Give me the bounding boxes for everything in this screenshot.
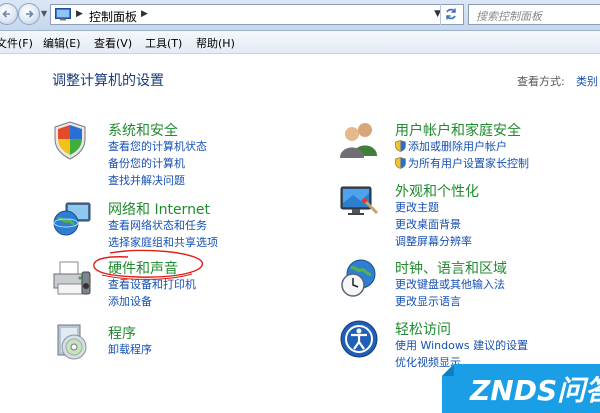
- search-input[interactable]: 搜索控制面板: [468, 4, 600, 25]
- view-by-label: 查看方式:: [517, 75, 565, 88]
- menu-file[interactable]: 文件(F): [0, 35, 33, 51]
- link-windows-recommended-settings[interactable]: 使用 Windows 建议的设置: [395, 337, 528, 354]
- category-title[interactable]: 用户帐户和家庭安全: [395, 120, 521, 140]
- link-find-fix-problems[interactable]: 查找并解决问题: [108, 172, 207, 189]
- link-change-wallpaper[interactable]: 更改桌面背景: [395, 216, 472, 233]
- uac-shield-icon: [395, 140, 406, 152]
- users-icon[interactable]: [339, 120, 379, 160]
- network-globe-icon[interactable]: [52, 199, 92, 239]
- address-field[interactable]: ▶ 控制面板 ▶ ▼: [50, 4, 464, 25]
- link-label: 为所有用户设置家长控制: [408, 157, 529, 170]
- view-by-dropdown[interactable]: 类别: [576, 73, 598, 89]
- category-title[interactable]: 外观和个性化: [395, 181, 479, 201]
- link-label: 添加或删除用户帐户: [408, 140, 507, 153]
- link-backup-computer[interactable]: 备份您的计算机: [108, 155, 207, 172]
- back-button[interactable]: [0, 3, 18, 25]
- category-title[interactable]: 程序: [108, 323, 136, 343]
- menu-help[interactable]: 帮助(H): [196, 35, 235, 51]
- link-change-display-language[interactable]: 更改显示语言: [395, 293, 505, 310]
- printer-icon[interactable]: [52, 258, 92, 298]
- link-parental-controls[interactable]: 为所有用户设置家长控制: [395, 155, 529, 172]
- breadcrumb-control-panel[interactable]: 控制面板: [89, 8, 137, 25]
- back-arrow-icon: [2, 10, 10, 18]
- forward-arrow-icon: [26, 10, 34, 18]
- znds-watermark: ZNDS问答: [442, 360, 600, 413]
- forward-button[interactable]: [18, 3, 40, 25]
- recent-pages-chevron-icon[interactable]: ▼: [41, 9, 47, 18]
- menu-view[interactable]: 查看(V): [94, 35, 132, 51]
- link-homegroup-sharing[interactable]: 选择家庭组和共享选项: [108, 234, 218, 251]
- refresh-icon: [446, 8, 456, 20]
- link-change-theme[interactable]: 更改主题: [395, 199, 472, 216]
- breadcrumb-separator-icon[interactable]: ▶: [76, 9, 83, 19]
- search-placeholder: 搜索控制面板: [476, 10, 542, 23]
- refresh-button[interactable]: [440, 4, 462, 25]
- link-uninstall-program[interactable]: 卸载程序: [108, 341, 152, 358]
- category-title[interactable]: 轻松访问: [395, 319, 451, 339]
- monitor-personalize-icon[interactable]: [339, 181, 379, 221]
- watermark-text: ZNDS问答: [470, 374, 600, 407]
- link-add-device[interactable]: 添加设备: [108, 293, 196, 310]
- ease-of-access-icon[interactable]: [339, 319, 379, 359]
- menu-edit[interactable]: 编辑(E): [43, 35, 81, 51]
- link-devices-printers[interactable]: 查看设备和打印机: [108, 276, 196, 293]
- clock-globe-icon[interactable]: [339, 258, 379, 298]
- link-check-computer-status[interactable]: 查看您的计算机状态: [108, 138, 207, 155]
- programs-disc-icon[interactable]: [52, 323, 92, 363]
- link-change-input-method[interactable]: 更改键盘或其他输入法: [395, 276, 505, 293]
- page-title: 调整计算机的设置: [52, 73, 164, 89]
- link-screen-resolution[interactable]: 调整屏幕分辨率: [395, 233, 472, 250]
- menu-tools[interactable]: 工具(T): [145, 35, 182, 51]
- system-security-shield-icon[interactable]: [52, 120, 92, 160]
- control-panel-icon: [55, 8, 71, 21]
- category-title[interactable]: 时钟、语言和区域: [395, 258, 507, 278]
- category-title[interactable]: 硬件和声音: [108, 258, 178, 278]
- category-title[interactable]: 网络和 Internet: [108, 199, 210, 219]
- address-toolbar: ▼ ▶ 控制面板 ▶ ▼ 搜索控制面板: [0, 0, 600, 31]
- link-add-remove-accounts[interactable]: 添加或删除用户帐户: [395, 138, 529, 155]
- link-view-network-status[interactable]: 查看网络状态和任务: [108, 217, 218, 234]
- breadcrumb-chevron-icon[interactable]: ▶: [141, 9, 148, 19]
- menu-bar: 文件(F) 编辑(E) 查看(V) 工具(T) 帮助(H): [0, 31, 600, 54]
- category-title[interactable]: 系统和安全: [108, 120, 178, 140]
- uac-shield-icon: [395, 157, 406, 169]
